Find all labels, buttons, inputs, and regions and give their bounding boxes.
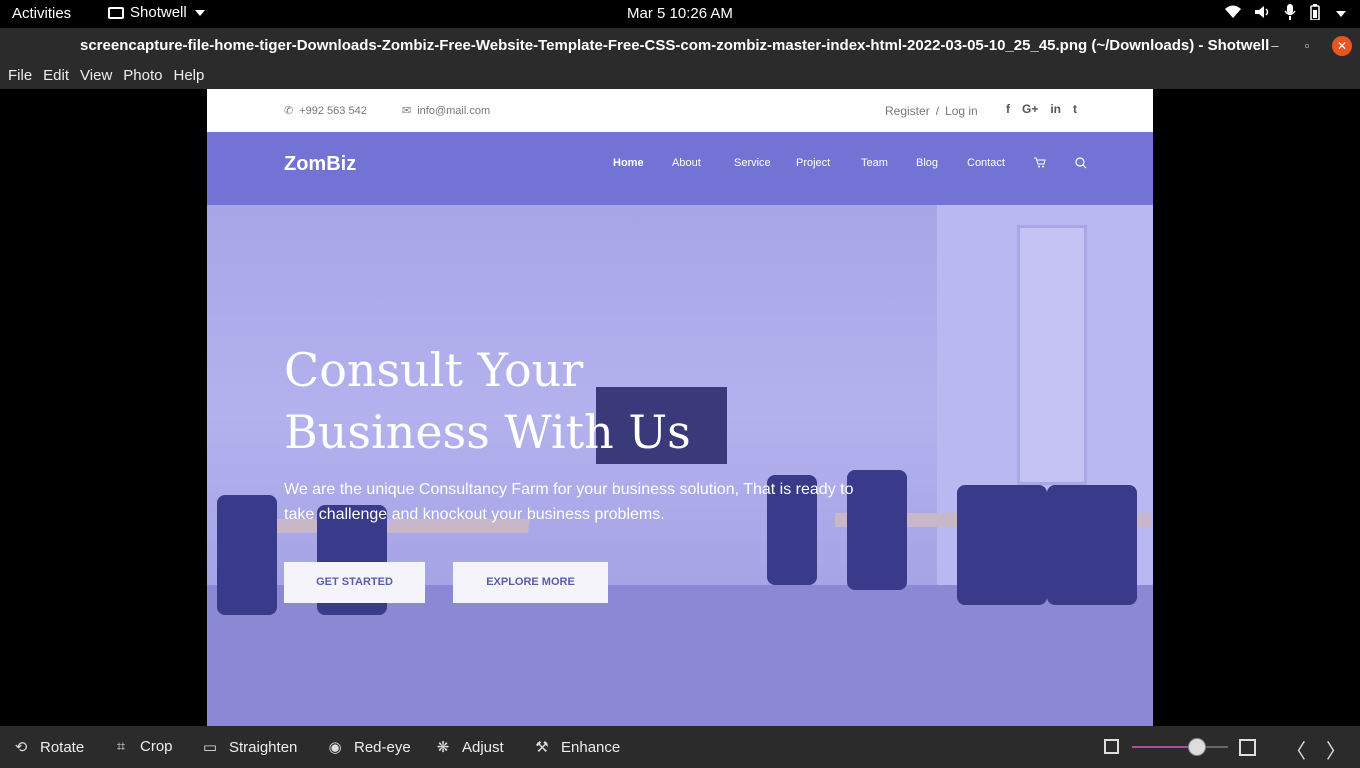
rotate-icon: ⟲ bbox=[14, 739, 28, 756]
minimize-button[interactable]: – bbox=[1265, 36, 1285, 56]
site-nav-team: Team bbox=[861, 157, 888, 169]
google-plus-icon: G+ bbox=[1021, 102, 1039, 116]
site-nav-blog: Blog bbox=[916, 157, 939, 169]
crop-icon: ⌗ bbox=[116, 738, 126, 755]
site-nav-project: Project bbox=[796, 157, 831, 169]
hero-text: We are the unique Consultancy Farm for y… bbox=[284, 481, 854, 523]
menu-photo[interactable]: Photo bbox=[115, 64, 162, 89]
system-menu-icon bbox=[1336, 11, 1346, 17]
site-nav-links: Home About Service Project Team Blog Con… bbox=[613, 157, 1087, 172]
battery-icon bbox=[1308, 4, 1322, 24]
hero-chair bbox=[217, 495, 277, 615]
site-phone-text: +992 563 542 bbox=[299, 104, 367, 117]
menu-view[interactable]: View bbox=[72, 64, 112, 89]
twitter-icon: t bbox=[1073, 102, 1077, 116]
search-icon bbox=[1075, 157, 1087, 172]
site-nav-about: About bbox=[672, 157, 701, 169]
hero-title: Consult Your Business With Us bbox=[284, 339, 804, 463]
zoom-slider-handle[interactable] bbox=[1188, 738, 1207, 756]
site-top-bar: ✆ +992 563 542 ✉ info@mail.com Register … bbox=[207, 89, 1153, 132]
site-nav-service: Service bbox=[734, 157, 771, 169]
photo-image: ✆ +992 563 542 ✉ info@mail.com Register … bbox=[207, 89, 1153, 726]
volume-icon bbox=[1254, 5, 1272, 23]
site-auth-links: Register / Log in bbox=[885, 104, 978, 118]
close-button[interactable]: ✕ bbox=[1332, 36, 1352, 56]
adjust-label: Adjust bbox=[462, 738, 504, 756]
redeye-label: Red-eye bbox=[354, 738, 411, 756]
facebook-icon: f bbox=[1005, 102, 1010, 116]
adjust-icon: ❋ bbox=[436, 739, 450, 756]
clock[interactable]: Mar 5 10:26 AM bbox=[627, 5, 733, 22]
photo-canvas[interactable]: ✆ +992 563 542 ✉ info@mail.com Register … bbox=[0, 89, 1360, 726]
app-window-icon bbox=[108, 6, 124, 19]
hero-title-line2: Business With Us bbox=[284, 405, 691, 459]
cart-icon bbox=[1034, 157, 1075, 172]
hero-window bbox=[1017, 225, 1087, 485]
site-auth-separator: / bbox=[935, 104, 940, 118]
site-email: ✉ info@mail.com bbox=[402, 104, 491, 118]
site-login-link: Log in bbox=[945, 104, 978, 118]
microphone-icon bbox=[1284, 4, 1296, 24]
system-tray[interactable] bbox=[1224, 4, 1346, 24]
app-menu-label: Shotwell bbox=[130, 4, 187, 21]
previous-photo-icon[interactable]: 〈 bbox=[1286, 735, 1306, 764]
hero-title-line1: Consult Your bbox=[284, 343, 584, 397]
straighten-icon: ▭ bbox=[202, 739, 218, 756]
window-title: screencapture-file-home-tiger-Downloads-… bbox=[80, 37, 1270, 54]
app-menu[interactable]: Shotwell bbox=[108, 4, 205, 21]
system-top-bar: Activities Shotwell Mar 5 10:26 AM bbox=[0, 0, 1360, 28]
site-phone: ✆ +992 563 542 bbox=[284, 104, 367, 118]
site-email-text: info@mail.com bbox=[417, 104, 491, 117]
enhance-button[interactable]: ⚒ Enhance bbox=[533, 738, 621, 757]
hero-get-started: GET STARTED bbox=[284, 562, 425, 603]
zoom-in-icon[interactable] bbox=[1239, 739, 1256, 756]
crop-label: Crop bbox=[140, 738, 173, 755]
wifi-icon bbox=[1224, 5, 1242, 23]
mail-icon: ✉ bbox=[402, 105, 412, 117]
zoom-out-icon[interactable] bbox=[1104, 739, 1119, 754]
eye-icon: ◉ bbox=[328, 739, 342, 756]
menu-edit[interactable]: Edit bbox=[35, 64, 69, 89]
next-photo-icon[interactable]: 〉 bbox=[1326, 735, 1346, 764]
menu-bar: File Edit View Photo Help bbox=[0, 64, 1360, 89]
rotate-button[interactable]: ⟲ Rotate bbox=[12, 738, 85, 757]
enhance-icon: ⚒ bbox=[535, 739, 549, 756]
rotate-label: Rotate bbox=[40, 738, 85, 756]
enhance-label: Enhance bbox=[561, 738, 621, 756]
site-logo: ZomBiz bbox=[284, 153, 357, 175]
phone-icon: ✆ bbox=[284, 105, 294, 117]
hero-explore-more: EXPLORE MORE bbox=[453, 562, 608, 603]
straighten-label: Straighten bbox=[229, 738, 298, 756]
linkedin-icon: in bbox=[1050, 102, 1061, 116]
site-social-links: f G+ in t bbox=[1006, 102, 1077, 116]
hero-chair bbox=[957, 485, 1047, 605]
activities-button[interactable]: Activities bbox=[12, 5, 71, 22]
site-hero: Consult Your Business With Us We are the… bbox=[207, 205, 1153, 726]
site-nav-home: Home bbox=[613, 157, 644, 169]
editing-toolbar: ⟲ Rotate ⌗ Crop ▭ Straighten ◉ Red-eye ❋… bbox=[0, 726, 1360, 768]
site-nav-contact: Contact bbox=[967, 157, 1005, 169]
zoom-slider[interactable] bbox=[1132, 738, 1228, 756]
crop-button[interactable]: ⌗ Crop bbox=[112, 738, 173, 755]
window-title-bar[interactable]: screencapture-file-home-tiger-Downloads-… bbox=[0, 28, 1360, 64]
redeye-button[interactable]: ◉ Red-eye bbox=[326, 738, 411, 757]
restore-button[interactable]: ▫ bbox=[1297, 36, 1317, 56]
site-register-link: Register bbox=[885, 104, 930, 118]
adjust-button[interactable]: ❋ Adjust bbox=[434, 738, 504, 757]
straighten-button[interactable]: ▭ Straighten bbox=[201, 738, 298, 757]
menu-file[interactable]: File bbox=[0, 64, 32, 89]
hero-chair bbox=[1047, 485, 1137, 605]
menu-help[interactable]: Help bbox=[165, 64, 204, 89]
site-nav-bar: ZomBiz Home About Service Project Team B… bbox=[207, 132, 1153, 205]
chevron-down-icon bbox=[194, 9, 205, 16]
